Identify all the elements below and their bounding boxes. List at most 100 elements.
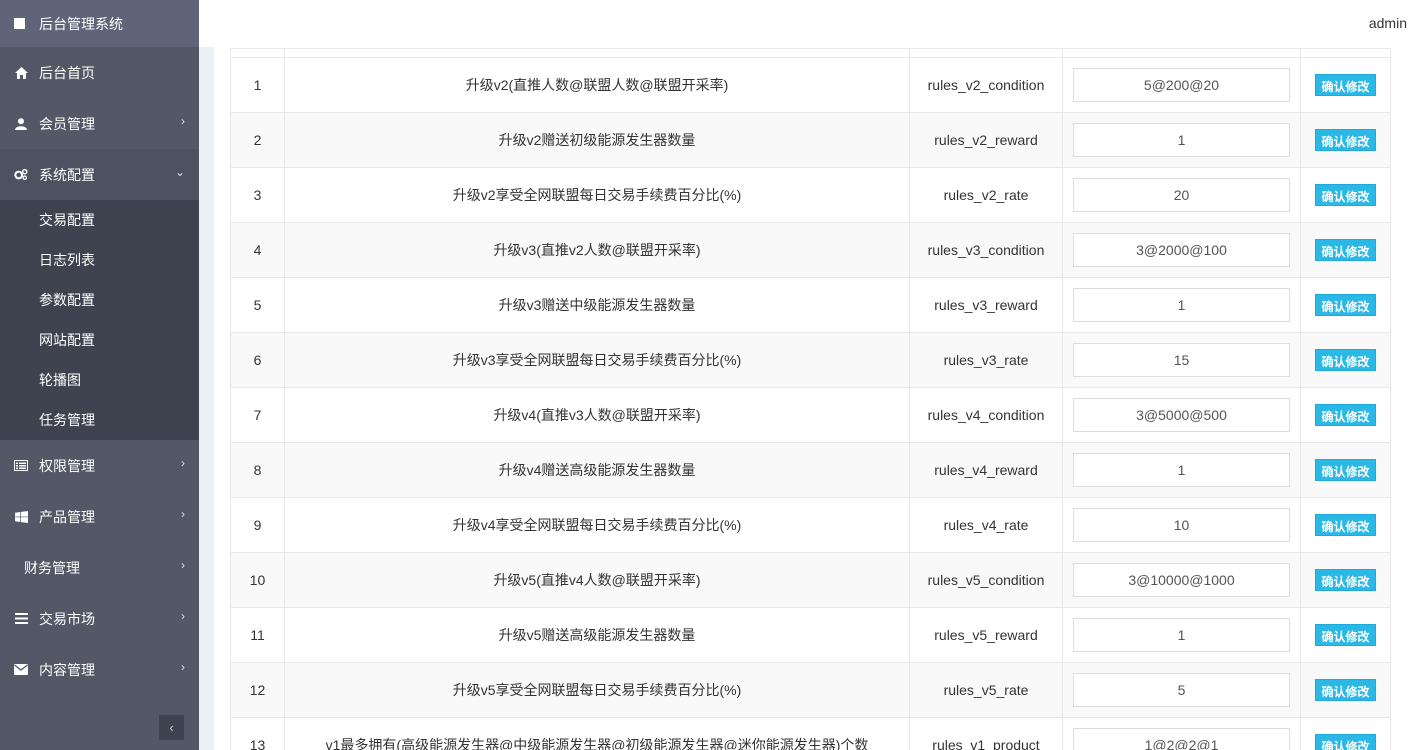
confirm-edit-button[interactable]: 确认修改 — [1315, 514, 1376, 536]
chevron-right-icon: › — [181, 507, 185, 521]
sidebar-item-products[interactable]: 产品管理 › — [0, 491, 199, 542]
submenu-item-param-config[interactable]: 参数配置 — [0, 280, 199, 320]
submenu-item-task-manage[interactable]: 任务管理 — [0, 400, 199, 440]
confirm-edit-button[interactable]: 确认修改 — [1315, 734, 1376, 750]
brand: 后台管理系统 — [0, 0, 199, 47]
row-key: rules_v3_condition — [909, 222, 1063, 278]
sidebar-item-permissions[interactable]: 权限管理 › — [0, 440, 199, 491]
row-action-cell: 确认修改 — [1300, 387, 1391, 443]
row-value-cell — [1062, 332, 1301, 388]
row-index: 7 — [230, 387, 285, 443]
confirm-edit-button[interactable]: 确认修改 — [1315, 679, 1376, 701]
confirm-edit-button[interactable]: 确认修改 — [1315, 129, 1376, 151]
row-index: 4 — [230, 222, 285, 278]
value-input[interactable] — [1073, 68, 1290, 102]
app-title: 后台管理系统 — [39, 15, 123, 32]
row-value-cell — [1062, 497, 1301, 553]
row-action-cell: 确认修改 — [1300, 717, 1391, 750]
row-index: 10 — [230, 552, 285, 608]
row-value-cell — [1062, 662, 1301, 718]
confirm-edit-button[interactable]: 确认修改 — [1315, 294, 1376, 316]
value-input[interactable] — [1073, 618, 1290, 652]
row-value-cell — [1062, 607, 1301, 663]
row-description: v1最多拥有(高级能源发生器@中级能源发生器@初级能源发生器@迷你能源发生器)个… — [284, 717, 910, 750]
row-action-cell: 确认修改 — [1300, 277, 1391, 333]
row-key: rules_v2_rate — [909, 167, 1063, 223]
table-row: 12升级v5享受全网联盟每日交易手续费百分比(%)rules_v5_rate 确认… — [230, 662, 1391, 718]
row-index: 1 — [230, 57, 285, 113]
sidebar-item-content[interactable]: 内容管理 › — [0, 644, 199, 695]
row-key: rules_v5_condition — [909, 552, 1063, 608]
sidebar-item-label: 会员管理 — [39, 115, 95, 132]
submenu-item-log-list[interactable]: 日志列表 — [0, 240, 199, 280]
sidebar-item-market[interactable]: 交易市场 › — [0, 593, 199, 644]
content-gutter — [199, 47, 214, 750]
submenu-item-trade-config[interactable]: 交易配置 — [0, 200, 199, 240]
sidebar-item-members[interactable]: 会员管理 › — [0, 98, 199, 149]
confirm-edit-button[interactable]: 确认修改 — [1315, 404, 1376, 426]
confirm-edit-button[interactable]: 确认修改 — [1315, 184, 1376, 206]
row-index: 11 — [230, 607, 285, 663]
confirm-edit-button[interactable]: 确认修改 — [1315, 74, 1376, 96]
value-input[interactable] — [1073, 288, 1290, 322]
table-row: 5升级v3赠送中级能源发生器数量rules_v3_reward 确认修改 — [230, 277, 1391, 333]
sidebar-item-label: 权限管理 — [39, 457, 95, 474]
row-description: 升级v4享受全网联盟每日交易手续费百分比(%) — [284, 497, 910, 553]
confirm-edit-button[interactable]: 确认修改 — [1315, 569, 1376, 591]
table-row: 2升级v2赠送初级能源发生器数量rules_v2_reward 确认修改 — [230, 112, 1391, 168]
table-row: 13 v1最多拥有(高级能源发生器@中级能源发生器@初级能源发生器@迷你能源发生器… — [230, 717, 1391, 750]
sidebar-item-system-config[interactable]: 系统配置 ⌄ — [0, 149, 199, 200]
sidebar-collapse-button[interactable]: ‹ — [159, 715, 184, 740]
value-input[interactable] — [1073, 453, 1290, 487]
row-key: rules_v2_reward — [909, 112, 1063, 168]
value-input[interactable] — [1073, 343, 1290, 377]
user-menu[interactable]: admin — [1369, 15, 1407, 31]
value-input[interactable] — [1073, 508, 1290, 542]
row-action-cell: 确认修改 — [1300, 607, 1391, 663]
sidebar-item-label: 后台首页 — [39, 64, 95, 81]
row-key: rules_v2_condition — [909, 57, 1063, 113]
row-description: 升级v2(直推人数@联盟人数@联盟开采率) — [284, 57, 910, 113]
bars-icon — [14, 613, 28, 624]
sidebar-item-label: 产品管理 — [39, 508, 95, 525]
value-input[interactable] — [1073, 123, 1290, 157]
submenu-item-carousel[interactable]: 轮播图 — [0, 360, 199, 400]
row-key: rules_v4_rate — [909, 497, 1063, 553]
row-description: 升级v5享受全网联盟每日交易手续费百分比(%) — [284, 662, 910, 718]
table-row-header-strip — [230, 48, 1391, 58]
sidebar-item-label: 内容管理 — [39, 661, 95, 678]
table-row: 8升级v4赠送高级能源发生器数量rules_v4_reward 确认修改 — [230, 442, 1391, 498]
value-input[interactable] — [1073, 728, 1290, 750]
sidebar-item-finance[interactable]: 财务管理 › — [0, 542, 199, 593]
row-value-cell — [1062, 277, 1301, 333]
config-table: 1 升级v2(直推人数@联盟人数@联盟开采率) rules_v2_condition… — [230, 48, 1391, 750]
row-description: 升级v2享受全网联盟每日交易手续费百分比(%) — [284, 167, 910, 223]
row-value-cell — [1062, 717, 1301, 750]
sidebar-item-label: 系统配置 — [39, 166, 95, 183]
sidebar-item-label: 交易市场 — [39, 610, 95, 627]
row-key: rules_v3_rate — [909, 332, 1063, 388]
value-input[interactable] — [1073, 673, 1290, 707]
table-row: 9升级v4享受全网联盟每日交易手续费百分比(%)rules_v4_rate 确认修… — [230, 497, 1391, 553]
row-action-cell: 确认修改 — [1300, 552, 1391, 608]
confirm-edit-button[interactable]: 确认修改 — [1315, 239, 1376, 261]
confirm-edit-button[interactable]: 确认修改 — [1315, 459, 1376, 481]
sidebar-item-label: 财务管理 — [24, 559, 80, 576]
value-input[interactable] — [1073, 233, 1290, 267]
row-index: 3 — [230, 167, 285, 223]
sidebar-item-home[interactable]: 后台首页 — [0, 47, 199, 98]
windows-icon — [14, 510, 28, 523]
confirm-edit-button[interactable]: 确认修改 — [1315, 624, 1376, 646]
value-input[interactable] — [1073, 178, 1290, 212]
row-description: 升级v2赠送初级能源发生器数量 — [284, 112, 910, 168]
confirm-edit-button[interactable]: 确认修改 — [1315, 349, 1376, 371]
table-row: 1 升级v2(直推人数@联盟人数@联盟开采率) rules_v2_condition… — [230, 57, 1391, 113]
value-input[interactable] — [1073, 398, 1290, 432]
submenu-item-site-config[interactable]: 网站配置 — [0, 320, 199, 360]
row-value-cell — [1062, 442, 1301, 498]
row-description: 升级v5(直推v4人数@联盟开采率) — [284, 552, 910, 608]
table-row: 7升级v4(直推v3人数@联盟开采率)rules_v4_condition 确认修… — [230, 387, 1391, 443]
row-key: rules_v1_product — [909, 717, 1063, 750]
chevron-right-icon: › — [181, 114, 185, 128]
value-input[interactable] — [1073, 563, 1290, 597]
